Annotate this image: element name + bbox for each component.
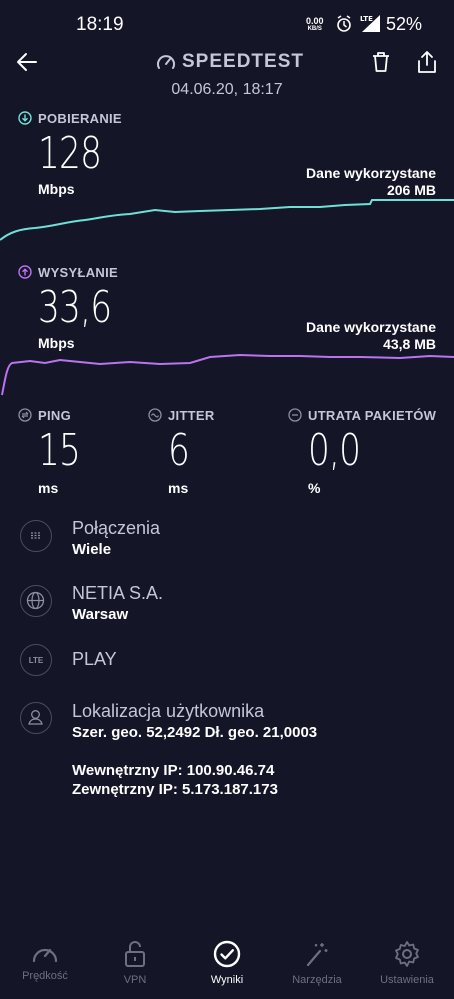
page-title: SPEEDTEST bbox=[182, 51, 304, 72]
upload-label: WYSYŁANIE bbox=[38, 265, 118, 280]
connections-title: Połączenia bbox=[72, 518, 161, 538]
provider-title: NETIA S.A. bbox=[72, 583, 164, 603]
speedometer-icon bbox=[32, 948, 58, 963]
download-label: POBIERANIE bbox=[38, 111, 122, 126]
jitter-label: JITTER bbox=[168, 408, 215, 423]
gear-icon bbox=[395, 941, 419, 967]
upload-value: 33,6 bbox=[38, 282, 112, 333]
data-used-label: Dane wykorzystane bbox=[306, 319, 436, 335]
jitter-icon bbox=[148, 408, 162, 422]
status-time: 18:19 bbox=[76, 14, 124, 35]
download-graph bbox=[0, 199, 454, 241]
network-type: LTE bbox=[360, 15, 373, 23]
status-bar: 18:19 0.00 KB/S LTE 52% bbox=[0, 0, 454, 50]
connections-icon bbox=[20, 520, 52, 552]
packet-loss-value: 0,0 bbox=[308, 425, 361, 476]
connections-value: Wiele bbox=[72, 541, 112, 558]
nav-results[interactable]: Wyniki bbox=[182, 940, 272, 986]
packet-loss-icon bbox=[288, 408, 302, 422]
upload-icon bbox=[18, 265, 32, 279]
nav-label: VPN bbox=[123, 974, 147, 986]
lte-icon-text: LTE bbox=[28, 655, 44, 665]
net-speed: 0.00 KB/S bbox=[306, 17, 324, 33]
share-icon[interactable] bbox=[416, 50, 438, 74]
trash-icon[interactable] bbox=[371, 51, 391, 73]
ping-icon bbox=[18, 408, 32, 422]
net-speed-value: 0.00 bbox=[306, 16, 324, 26]
user-location-icon bbox=[20, 702, 52, 734]
location-coords: Szer. geo. 52,2492 Dł. geo. 21,0003 bbox=[72, 724, 318, 741]
nav-label: Narzędzia bbox=[292, 974, 342, 986]
carrier-name: PLAY bbox=[72, 649, 117, 669]
globe-icon bbox=[26, 591, 45, 610]
multi-connection-icon bbox=[31, 532, 40, 539]
bottom-nav: Prędkość VPN Wyniki Narzędzia Ustawienia bbox=[0, 940, 454, 999]
jitter-unit: ms bbox=[168, 480, 189, 496]
speedometer-icon bbox=[157, 55, 175, 69]
packet-loss-unit: % bbox=[308, 480, 321, 496]
alarm-icon bbox=[337, 15, 351, 32]
external-ip: Zewnętrzny IP: 5.173.187.173 bbox=[72, 781, 278, 798]
provider-location: Warsaw bbox=[72, 606, 129, 623]
nav-label: Wyniki bbox=[210, 974, 244, 986]
check-circle-icon bbox=[213, 940, 241, 968]
ping-value: 15 bbox=[38, 425, 81, 476]
packet-loss-label: UTRATA PAKIETÓW bbox=[308, 408, 437, 423]
data-used-label: Dane wykorzystane bbox=[306, 165, 436, 181]
ping-label: PING bbox=[38, 408, 71, 423]
nav-label: Ustawienia bbox=[380, 974, 434, 986]
network-type-icon: LTE bbox=[20, 644, 52, 676]
internal-ip: Wewnętrzny IP: 100.90.46.74 bbox=[72, 762, 275, 779]
download-value: 128 bbox=[38, 128, 102, 179]
location-title: Lokalizacja użytkownika bbox=[72, 701, 265, 721]
battery-level: 52% bbox=[386, 14, 423, 34]
user-icon bbox=[28, 710, 43, 725]
nav-speed[interactable]: Prędkość bbox=[0, 940, 90, 982]
magic-wand-icon bbox=[306, 943, 328, 967]
jitter-value: 6 bbox=[168, 425, 190, 476]
test-datetime: 04.06.20, 18:17 bbox=[171, 81, 283, 98]
arrow-left-icon[interactable] bbox=[16, 52, 38, 72]
nav-tools[interactable]: Narzędzia bbox=[272, 940, 362, 986]
nav-vpn[interactable]: VPN bbox=[90, 940, 180, 986]
signal-lte-icon: LTE bbox=[360, 15, 380, 32]
nav-label: Prędkość bbox=[22, 970, 68, 982]
lock-icon bbox=[125, 941, 145, 967]
upload-graph bbox=[1, 353, 454, 396]
provider-icon bbox=[20, 585, 52, 617]
net-speed-unit: KB/S bbox=[307, 26, 322, 32]
download-icon bbox=[18, 111, 32, 125]
ping-unit: ms bbox=[38, 480, 59, 496]
nav-settings[interactable]: Ustawienia bbox=[362, 940, 452, 986]
